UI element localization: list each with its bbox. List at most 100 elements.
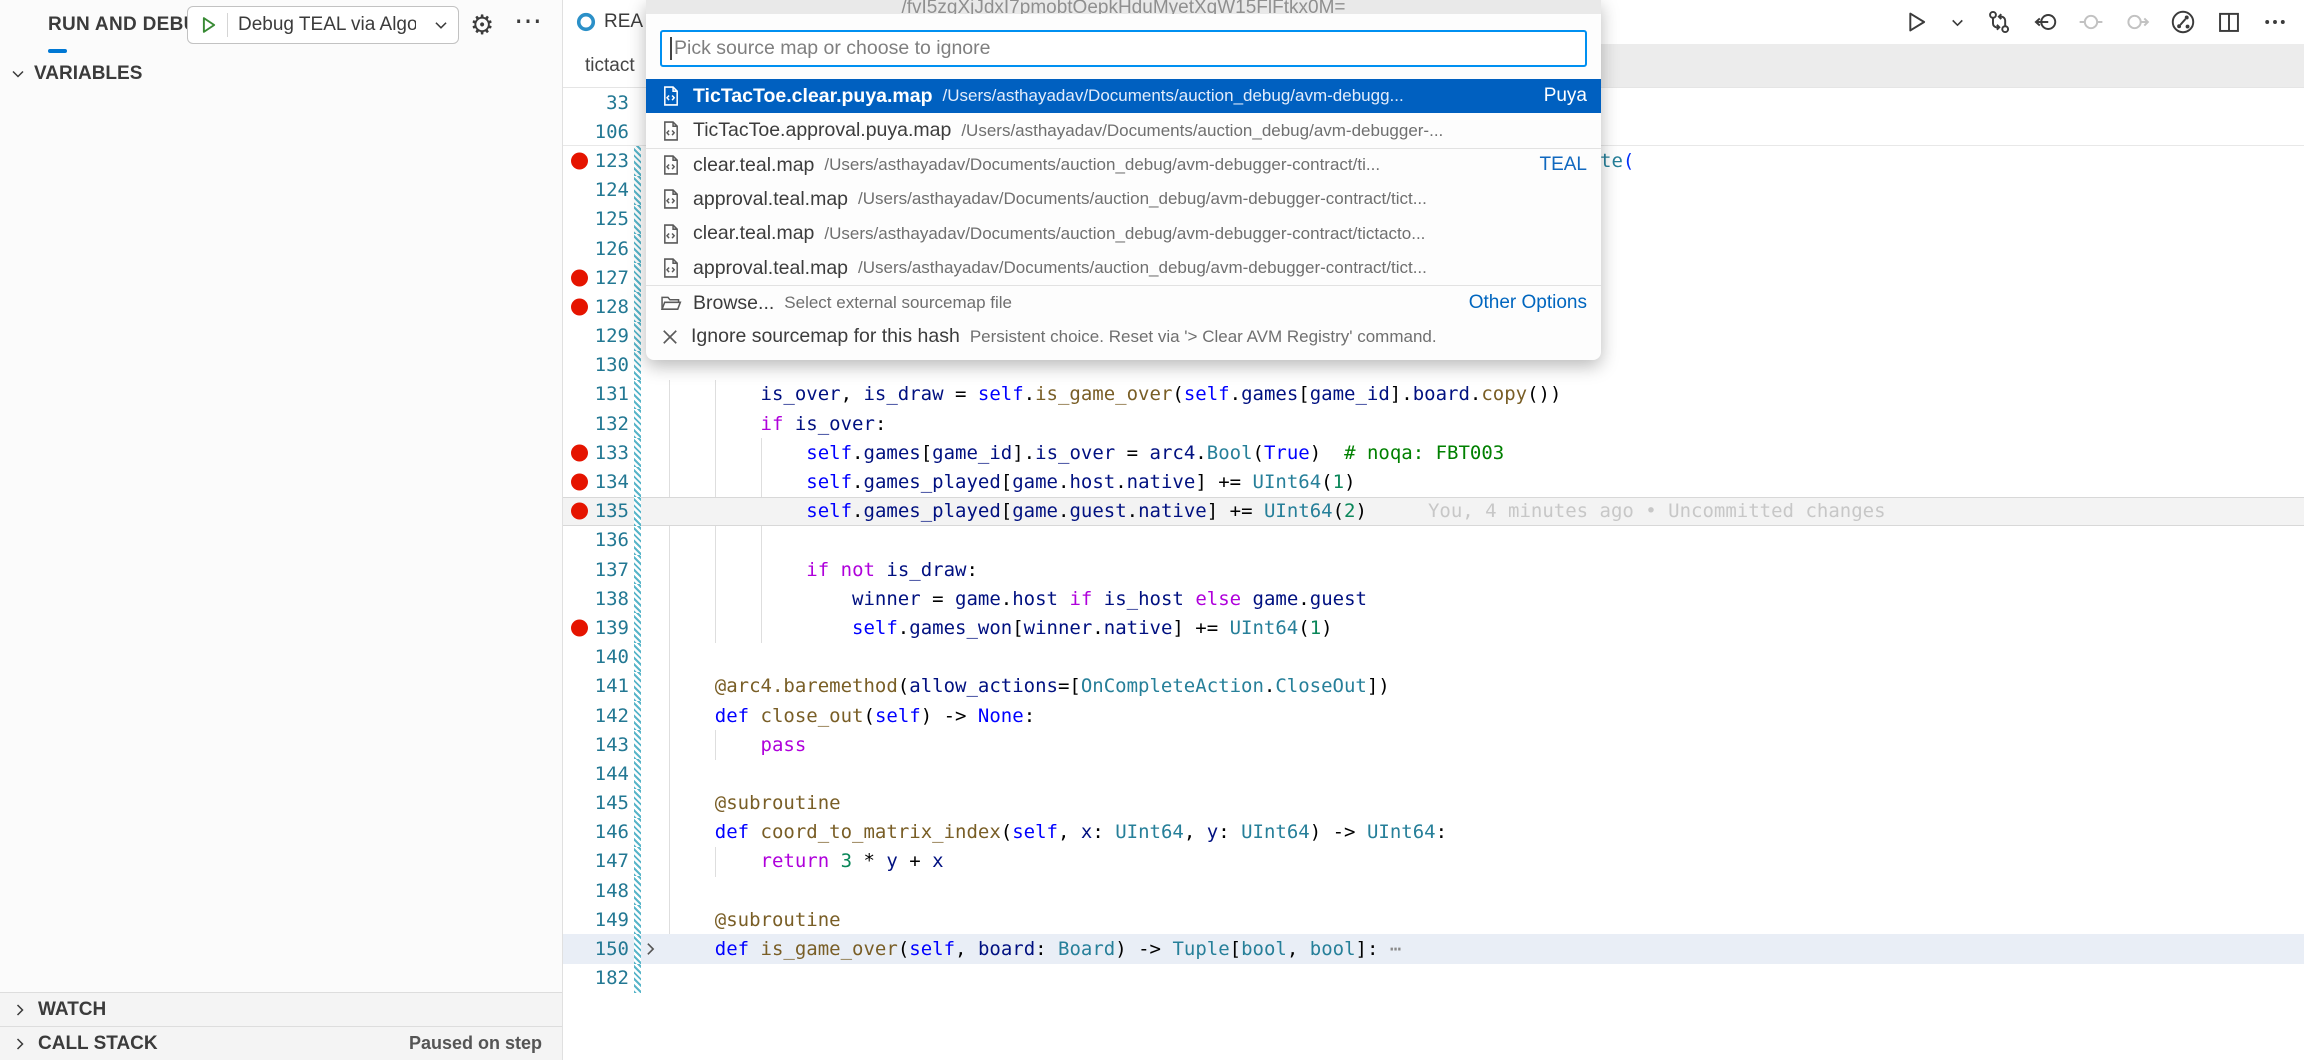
- code-line-148[interactable]: 148: [563, 876, 2304, 905]
- breakpoint-icon[interactable]: [571, 298, 588, 315]
- code-line-131[interactable]: 131 is_over, is_draw = self.is_game_over…: [563, 380, 2304, 409]
- code-line-135[interactable]: 135 self.games_played[game.guest.native]…: [563, 497, 2304, 526]
- code-line-132[interactable]: 132 if is_over:: [563, 409, 2304, 438]
- quick-pick-item[interactable]: TicTacToe.approval.puya.map/Users/asthay…: [646, 113, 1601, 147]
- line-number[interactable]: 137: [563, 559, 629, 581]
- switch-icon[interactable]: [1986, 9, 2012, 35]
- debug-config-picker[interactable]: Debug TEAL via AlgoKi: [187, 6, 459, 44]
- quick-pick-item[interactable]: clear.teal.map/Users/asthayadav/Document…: [646, 217, 1601, 251]
- code-text[interactable]: @subroutine: [641, 792, 841, 814]
- start-debugging-button[interactable]: [197, 14, 219, 36]
- breakpoint-icon[interactable]: [571, 503, 588, 520]
- code-text[interactable]: if is_over:: [641, 413, 886, 435]
- quick-pick-item[interactable]: Browse...Select external sourcemap fileO…: [646, 285, 1601, 319]
- code-text[interactable]: def is_game_over(self, board: Board) -> …: [641, 938, 1401, 960]
- modified-gutter: [634, 497, 641, 526]
- code-line-146[interactable]: 146 def coord_to_matrix_index(self, x: U…: [563, 818, 2304, 847]
- line-number[interactable]: 149: [563, 909, 629, 931]
- line-number[interactable]: 141: [563, 675, 629, 697]
- quick-pick-item[interactable]: TicTacToe.clear.puya.map/Users/asthayada…: [646, 79, 1601, 113]
- more-actions-icon[interactable]: ⋯: [514, 2, 544, 40]
- breakpoint-icon[interactable]: [571, 444, 588, 461]
- line-number[interactable]: 126: [563, 238, 629, 260]
- code-line-144[interactable]: 144: [563, 759, 2304, 788]
- line-number[interactable]: 124: [563, 179, 629, 201]
- quick-pick-item[interactable]: Ignore sourcemap for this hashPersistent…: [646, 320, 1601, 354]
- code-text[interactable]: self.games_won[winner.native] += UInt64(…: [641, 617, 1333, 639]
- code-line-137[interactable]: 137 if not is_draw:: [563, 555, 2304, 584]
- breakpoint-icon[interactable]: [571, 474, 588, 491]
- line-number[interactable]: 33: [563, 92, 629, 114]
- circle-forward-icon[interactable]: [2124, 9, 2150, 35]
- more-icon[interactable]: [2262, 9, 2288, 35]
- line-number[interactable]: 150: [563, 938, 629, 960]
- code-line-143[interactable]: 143 pass: [563, 730, 2304, 759]
- line-number[interactable]: 142: [563, 705, 629, 727]
- code-text[interactable]: self.games_played[game.guest.native] += …: [641, 500, 1886, 522]
- line-number[interactable]: 144: [563, 763, 629, 785]
- line-number[interactable]: 143: [563, 734, 629, 756]
- code-line-149[interactable]: 149 @subroutine: [563, 905, 2304, 934]
- line-number[interactable]: 106: [563, 121, 629, 143]
- quick-pick-item[interactable]: approval.teal.map/Users/asthayadav/Docum…: [646, 251, 1601, 285]
- code-text[interactable]: def close_out(self) -> None:: [641, 705, 1035, 727]
- code-text[interactable]: is_over, is_draw = self.is_game_over(sel…: [641, 383, 1561, 405]
- circle-icon[interactable]: [2078, 9, 2104, 35]
- breakpoint-icon[interactable]: [571, 269, 588, 286]
- line-number[interactable]: 132: [563, 413, 629, 435]
- gear-icon[interactable]: ⚙: [470, 6, 494, 44]
- code-text[interactable]: return 3 * y + x: [641, 850, 944, 872]
- other-options-link[interactable]: Other Options: [1469, 292, 1587, 314]
- quick-pick-input[interactable]: [660, 30, 1587, 67]
- code-text[interactable]: @arc4.baremethod(allow_actions=[OnComple…: [641, 675, 1390, 697]
- code-text[interactable]: self.games_played[game.host.native] += U…: [641, 471, 1356, 493]
- code-line-133[interactable]: 133 self.games[game_id].is_over = arc4.B…: [563, 438, 2304, 467]
- chevron-down-icon[interactable]: [432, 16, 450, 34]
- modified-gutter: [634, 88, 641, 117]
- line-number[interactable]: 125: [563, 208, 629, 230]
- breakpoint-icon[interactable]: [571, 152, 588, 169]
- split-editor-icon[interactable]: [2216, 9, 2242, 35]
- code-line-134[interactable]: 134 self.games_played[game.host.native] …: [563, 467, 2304, 496]
- line-number[interactable]: 148: [563, 880, 629, 902]
- line-number[interactable]: 129: [563, 325, 629, 347]
- fold-chevron-icon[interactable]: [642, 941, 659, 958]
- code-text[interactable]: winner = game.host if is_host else game.…: [641, 588, 1367, 610]
- quick-pick-item[interactable]: clear.teal.map/Users/asthayadav/Document…: [646, 148, 1601, 182]
- code-line-140[interactable]: 140: [563, 643, 2304, 672]
- code-line-147[interactable]: 147 return 3 * y + x: [563, 847, 2304, 876]
- line-number[interactable]: 131: [563, 383, 629, 405]
- chevron-down-icon[interactable]: [1949, 14, 1966, 31]
- item-label: Ignore sourcemap for this hash: [691, 325, 960, 348]
- run-icon[interactable]: [1903, 9, 1929, 35]
- step-back-icon[interactable]: [2032, 9, 2058, 35]
- line-number[interactable]: 146: [563, 821, 629, 843]
- line-number[interactable]: 130: [563, 354, 629, 376]
- graph-icon[interactable]: [2170, 9, 2196, 35]
- code-text[interactable]: self.games[game_id].is_over = arc4.Bool(…: [641, 442, 1504, 464]
- code-line-136[interactable]: 136: [563, 526, 2304, 555]
- line-number[interactable]: 136: [563, 529, 629, 551]
- code-text[interactable]: @subroutine: [641, 909, 841, 931]
- variables-section-header[interactable]: VARIABLES: [0, 58, 562, 90]
- line-number[interactable]: 140: [563, 646, 629, 668]
- line-number[interactable]: 182: [563, 967, 629, 989]
- item-description: /Users/asthayadav/Documents/auction_debu…: [824, 155, 1380, 175]
- code-line-150[interactable]: 150 def is_game_over(self, board: Board)…: [563, 934, 2304, 963]
- code-text[interactable]: if not is_draw:: [641, 559, 978, 581]
- code-line-139[interactable]: 139 self.games_won[winner.native] += UIn…: [563, 613, 2304, 642]
- call-stack-section-header[interactable]: CALL STACK Paused on step: [0, 1026, 562, 1060]
- code-text[interactable]: def coord_to_matrix_index(self, x: UInt6…: [641, 821, 1447, 843]
- breakpoint-icon[interactable]: [571, 619, 588, 636]
- code-line-141[interactable]: 141 @arc4.baremethod(allow_actions=[OnCo…: [563, 672, 2304, 701]
- code-line-142[interactable]: 142 def close_out(self) -> None:: [563, 701, 2304, 730]
- line-number[interactable]: 145: [563, 792, 629, 814]
- line-number[interactable]: 138: [563, 588, 629, 610]
- code-line-145[interactable]: 145 @subroutine: [563, 789, 2304, 818]
- code-text[interactable]: pass: [641, 734, 806, 756]
- quick-pick-item[interactable]: approval.teal.map/Users/asthayadav/Docum…: [646, 182, 1601, 216]
- code-line-138[interactable]: 138 winner = game.host if is_host else g…: [563, 584, 2304, 613]
- code-line-182[interactable]: 182: [563, 964, 2304, 993]
- line-number[interactable]: 147: [563, 850, 629, 872]
- watch-section-header[interactable]: WATCH: [0, 992, 562, 1026]
